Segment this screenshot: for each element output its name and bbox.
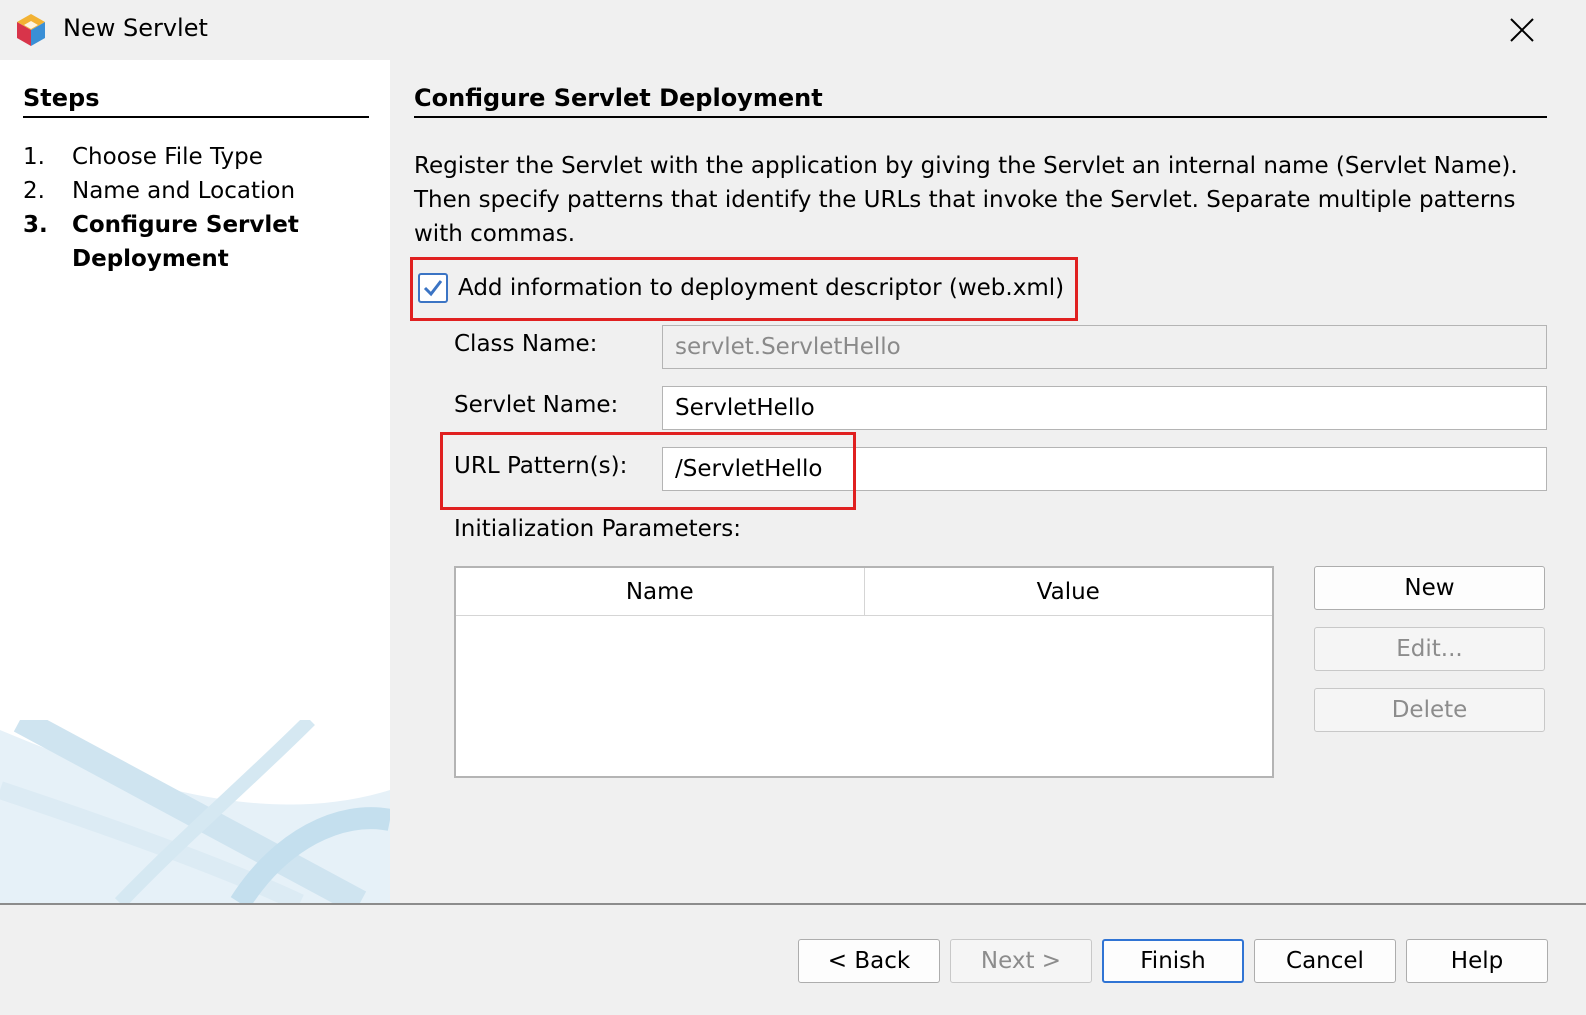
steps-heading: Steps	[23, 84, 369, 118]
column-header-value[interactable]: Value	[863, 568, 1273, 615]
footer-divider	[0, 903, 1586, 905]
close-button[interactable]	[1502, 10, 1542, 50]
table-header: Name Value	[456, 568, 1272, 616]
edit-param-button[interactable]: Edit...	[1314, 627, 1545, 671]
init-params-label: Initialization Parameters:	[454, 516, 741, 542]
step-label: Choose File Type	[72, 144, 263, 170]
servlet-name-input[interactable]	[662, 386, 1547, 430]
finish-button[interactable]: Finish	[1102, 939, 1244, 983]
new-param-button[interactable]: New	[1314, 566, 1545, 610]
cancel-button[interactable]: Cancel	[1254, 939, 1396, 983]
delete-param-button[interactable]: Delete	[1314, 688, 1545, 732]
step-number: 1.	[23, 144, 45, 170]
step-label: Name and Location	[72, 178, 296, 204]
window-title: New Servlet	[63, 14, 208, 42]
help-button[interactable]: Help	[1406, 939, 1548, 983]
class-name-label: Class Name:	[454, 331, 598, 357]
content-heading: Configure Servlet Deployment	[414, 84, 1547, 118]
next-button[interactable]: Next >	[950, 939, 1092, 983]
steps-panel: Steps 1. Choose File Type 2. Name and Lo…	[0, 60, 390, 903]
column-header-name[interactable]: Name	[456, 568, 864, 615]
step-label: Configure Servlet Deployment	[72, 212, 299, 272]
decorative-swoosh	[0, 720, 390, 903]
highlight-box-url-pattern	[440, 432, 856, 510]
class-name-field: servlet.ServletHello	[662, 325, 1547, 369]
step-number: 2.	[23, 178, 45, 204]
close-icon	[1510, 18, 1534, 42]
title-bar: New Servlet	[0, 0, 1586, 60]
step-number: 3.	[23, 212, 48, 238]
back-button[interactable]: < Back	[798, 939, 940, 983]
init-params-table[interactable]: Name Value	[454, 566, 1274, 778]
highlight-box-checkbox	[410, 257, 1078, 321]
netbeans-cube-logo-icon	[17, 14, 45, 46]
servlet-name-label: Servlet Name:	[454, 392, 619, 418]
description-text: Register the Servlet with the applicatio…	[414, 153, 1518, 247]
